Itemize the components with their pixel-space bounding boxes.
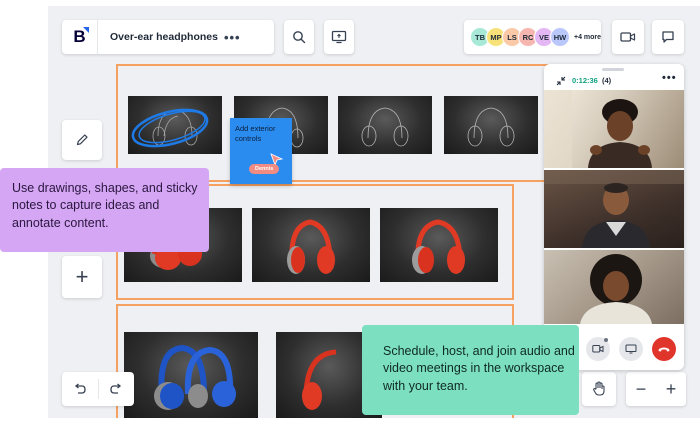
more-collaborators-count[interactable]: +4 more xyxy=(574,34,601,41)
avatar[interactable]: HW xyxy=(550,27,570,47)
sketch-headphones-thumb-1[interactable] xyxy=(128,96,222,154)
frame-sketches[interactable] xyxy=(116,64,550,182)
add-item-button[interactable]: + xyxy=(62,256,102,298)
collaborators-bar[interactable]: TB MP LS RC VE HW +4 more xyxy=(464,20,601,54)
start-video-call-button[interactable] xyxy=(612,20,644,54)
screen-share-icon xyxy=(625,344,636,354)
participant-video xyxy=(544,90,652,168)
undo-button[interactable] xyxy=(62,372,98,406)
pen-tool-button[interactable] xyxy=(62,120,102,160)
drag-handle[interactable] xyxy=(602,68,624,71)
participant-video xyxy=(544,170,684,248)
undo-icon xyxy=(74,383,86,394)
chat-button[interactable] xyxy=(652,20,684,54)
zoom-in-button[interactable]: + xyxy=(666,379,677,400)
sticky-note[interactable]: Add exterior controls xyxy=(230,118,292,184)
redo-button[interactable] xyxy=(98,372,134,406)
board-title[interactable]: Over-ear headphones xyxy=(110,31,218,43)
participant-video xyxy=(580,254,652,324)
share-screen-call-button[interactable] xyxy=(618,337,643,361)
video-camera-icon xyxy=(591,345,603,353)
call-options-button[interactable]: ••• xyxy=(662,72,677,84)
meetings-feature-callout: Schedule, host, and join audio and video… xyxy=(362,325,579,415)
camera-status-indicator xyxy=(603,338,608,342)
logo-mark-icon xyxy=(83,27,89,33)
collaborator-cursor-label: Dennis xyxy=(249,164,280,174)
sketch-headphones-image xyxy=(361,107,409,147)
board-menu-button[interactable]: ••• xyxy=(224,30,241,45)
camera-button[interactable] xyxy=(585,337,610,361)
blue-headphones-thumb-1[interactable] xyxy=(124,332,258,418)
hang-up-icon xyxy=(657,347,670,352)
share-screen-button[interactable] xyxy=(324,20,354,54)
sketch-headphones-image xyxy=(467,107,515,147)
zoom-out-button[interactable]: − xyxy=(636,379,647,400)
call-timer: 0:12:36 xyxy=(572,76,598,85)
end-call-button[interactable] xyxy=(651,337,676,361)
redo-icon xyxy=(110,383,122,394)
pan-tool-button[interactable] xyxy=(582,372,616,406)
search-button[interactable] xyxy=(284,20,314,54)
red-headphones-image xyxy=(287,219,335,274)
participant-video-tile[interactable] xyxy=(544,170,684,248)
sticky-note-text: Add exterior controls xyxy=(235,124,276,143)
sketch-headphones-thumb-4[interactable] xyxy=(444,96,538,154)
hand-icon xyxy=(593,381,605,396)
red-headphones-thumb-2[interactable] xyxy=(252,208,370,282)
blue-headphones-image xyxy=(154,344,236,410)
participant-video-tile[interactable] xyxy=(544,90,684,168)
red-headphones-thumb-3[interactable] xyxy=(380,208,498,282)
participant-video-tile[interactable] xyxy=(544,250,684,324)
search-icon xyxy=(293,31,306,44)
screen-share-icon xyxy=(331,30,347,44)
zoom-controls: − + xyxy=(626,372,686,406)
drawing-feature-callout: Use drawings, shapes, and sticky notes t… xyxy=(0,168,209,252)
pen-icon xyxy=(76,134,88,146)
collapse-icon[interactable] xyxy=(556,76,566,86)
board-header: B Over-ear headphones ••• xyxy=(62,20,274,54)
video-camera-icon xyxy=(620,32,636,42)
chat-bubble-icon xyxy=(662,31,674,43)
undo-redo-controls xyxy=(62,372,134,406)
red-headphones-image xyxy=(412,219,465,274)
sketch-headphones-image xyxy=(131,108,209,148)
participant-count: (4) xyxy=(602,76,612,85)
app-logo[interactable]: B xyxy=(62,20,98,54)
sketch-headphones-thumb-3[interactable] xyxy=(338,96,432,154)
